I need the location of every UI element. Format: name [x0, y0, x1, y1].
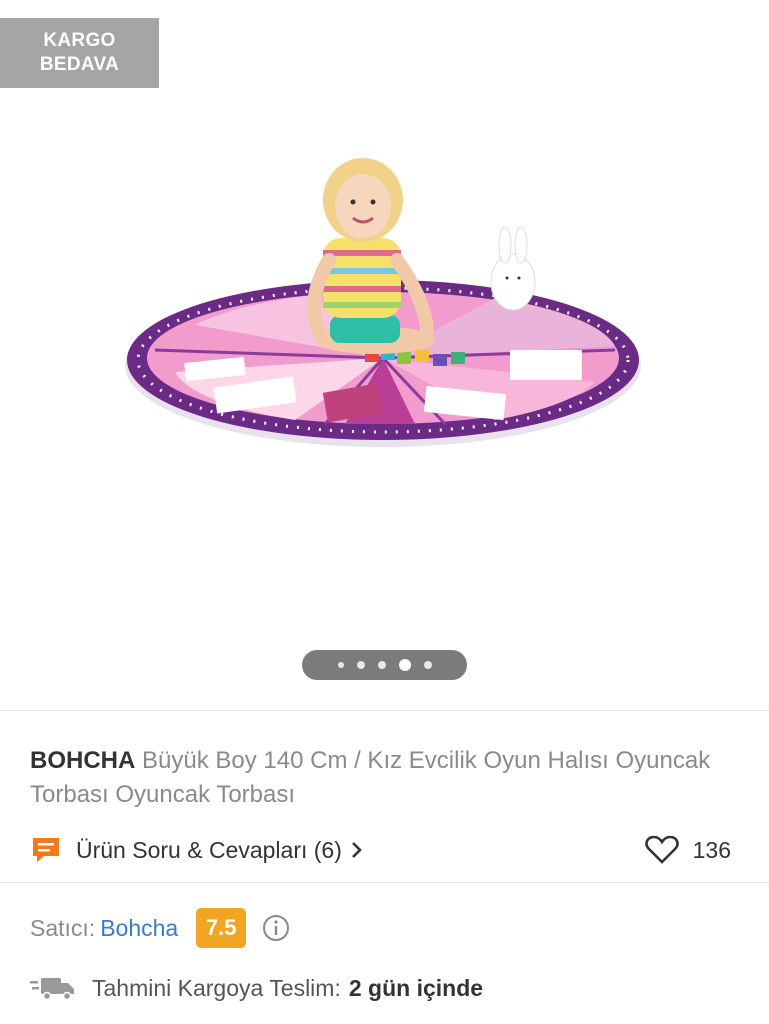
gallery-dot[interactable] [337, 662, 344, 668]
badge-line-2: BEDAVA [39, 54, 120, 75]
seller-info: Satıcı: Bohcha 7.5 [30, 906, 290, 950]
info-icon[interactable] [262, 914, 290, 942]
gallery-pagination[interactable] [302, 650, 467, 680]
product-brand[interactable]: BOHCHA [30, 747, 135, 774]
free-shipping-badge: KARGO BEDAVA [0, 18, 159, 88]
chevron-right-icon [351, 842, 362, 858]
divider [0, 710, 769, 711]
seller-name-link[interactable]: Bohcha [100, 915, 178, 942]
divider [0, 882, 769, 883]
seller-label: Satıcı: [30, 914, 96, 941]
favorite-count: 136 [692, 836, 731, 863]
chat-icon [33, 838, 59, 862]
heart-icon [644, 835, 679, 864]
gallery-dot[interactable] [423, 661, 432, 669]
badge-line-1: KARGO [43, 30, 116, 51]
product-image[interactable] [115, 150, 655, 460]
gallery-dot[interactable] [377, 661, 386, 669]
seller-score-badge: 7.5 [196, 908, 247, 948]
product-gallery[interactable]: KARGO BEDAVA [0, 0, 769, 710]
product-title: BOHCHA Büyük Boy 140 Cm / Kız Evcilik Oy… [30, 744, 730, 812]
shipping-label: Tahmini Kargoya Teslim: [92, 974, 341, 1001]
gallery-dot[interactable] [356, 661, 365, 669]
qa-label: Ürün Soru & Cevapları (6) [76, 836, 342, 863]
gallery-dot-active[interactable] [398, 659, 411, 671]
shipping-value: 2 gün içinde [348, 974, 484, 1001]
shipping-estimate: Tahmini Kargoya Teslim: 2 gün içinde [30, 968, 483, 1008]
favorite-button[interactable]: 136 [644, 832, 731, 868]
qa-link[interactable]: Ürün Soru & Cevapları (6) [30, 832, 364, 868]
truck-icon [30, 978, 74, 1001]
